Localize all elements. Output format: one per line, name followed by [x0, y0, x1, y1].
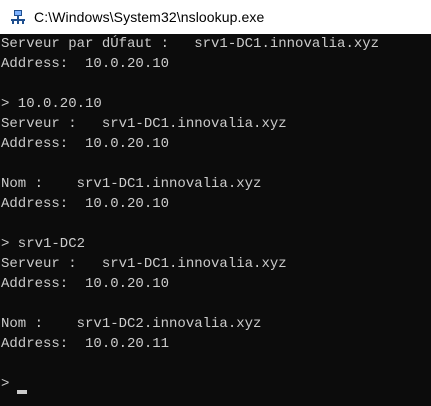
console-prompt[interactable]: > — [1, 374, 18, 394]
console-line-result-name: Nom : srv1-DC1.innovalia.xyz — [1, 176, 262, 192]
console-line-server-address: Address: 10.0.20.10 — [1, 136, 170, 152]
console-line-server-address: Address: 10.0.20.10 — [1, 276, 170, 292]
title-bar[interactable]: C:\Windows\System32\nslookup.exe — [0, 0, 431, 34]
text-cursor — [17, 390, 27, 394]
window-title: C:\Windows\System32\nslookup.exe — [34, 9, 265, 25]
nslookup-window: C:\Windows\System32\nslookup.exe Serveur… — [0, 0, 431, 406]
console-output[interactable]: Serveur par dÚfaut : srv1-DC1.innovalia.… — [0, 34, 431, 406]
console-line-result-address: Address: 10.0.20.10 — [1, 196, 170, 212]
console-line-query-ip: > 10.0.20.10 — [1, 96, 102, 112]
console-line-query-host: > srv1-DC2 — [1, 236, 86, 252]
console-line-server: Serveur : srv1-DC1.innovalia.xyz — [1, 116, 287, 132]
console-line-result-address: Address: 10.0.20.11 — [1, 336, 170, 352]
console-line-result-name: Nom : srv1-DC2.innovalia.xyz — [1, 316, 262, 332]
console-line-default-address: Address: 10.0.20.10 — [1, 56, 170, 72]
console-line-default-server: Serveur par dÚfaut : srv1-DC1.innovalia.… — [1, 36, 380, 52]
network-computer-icon — [11, 10, 25, 24]
console-line-server: Serveur : srv1-DC1.innovalia.xyz — [1, 256, 287, 272]
